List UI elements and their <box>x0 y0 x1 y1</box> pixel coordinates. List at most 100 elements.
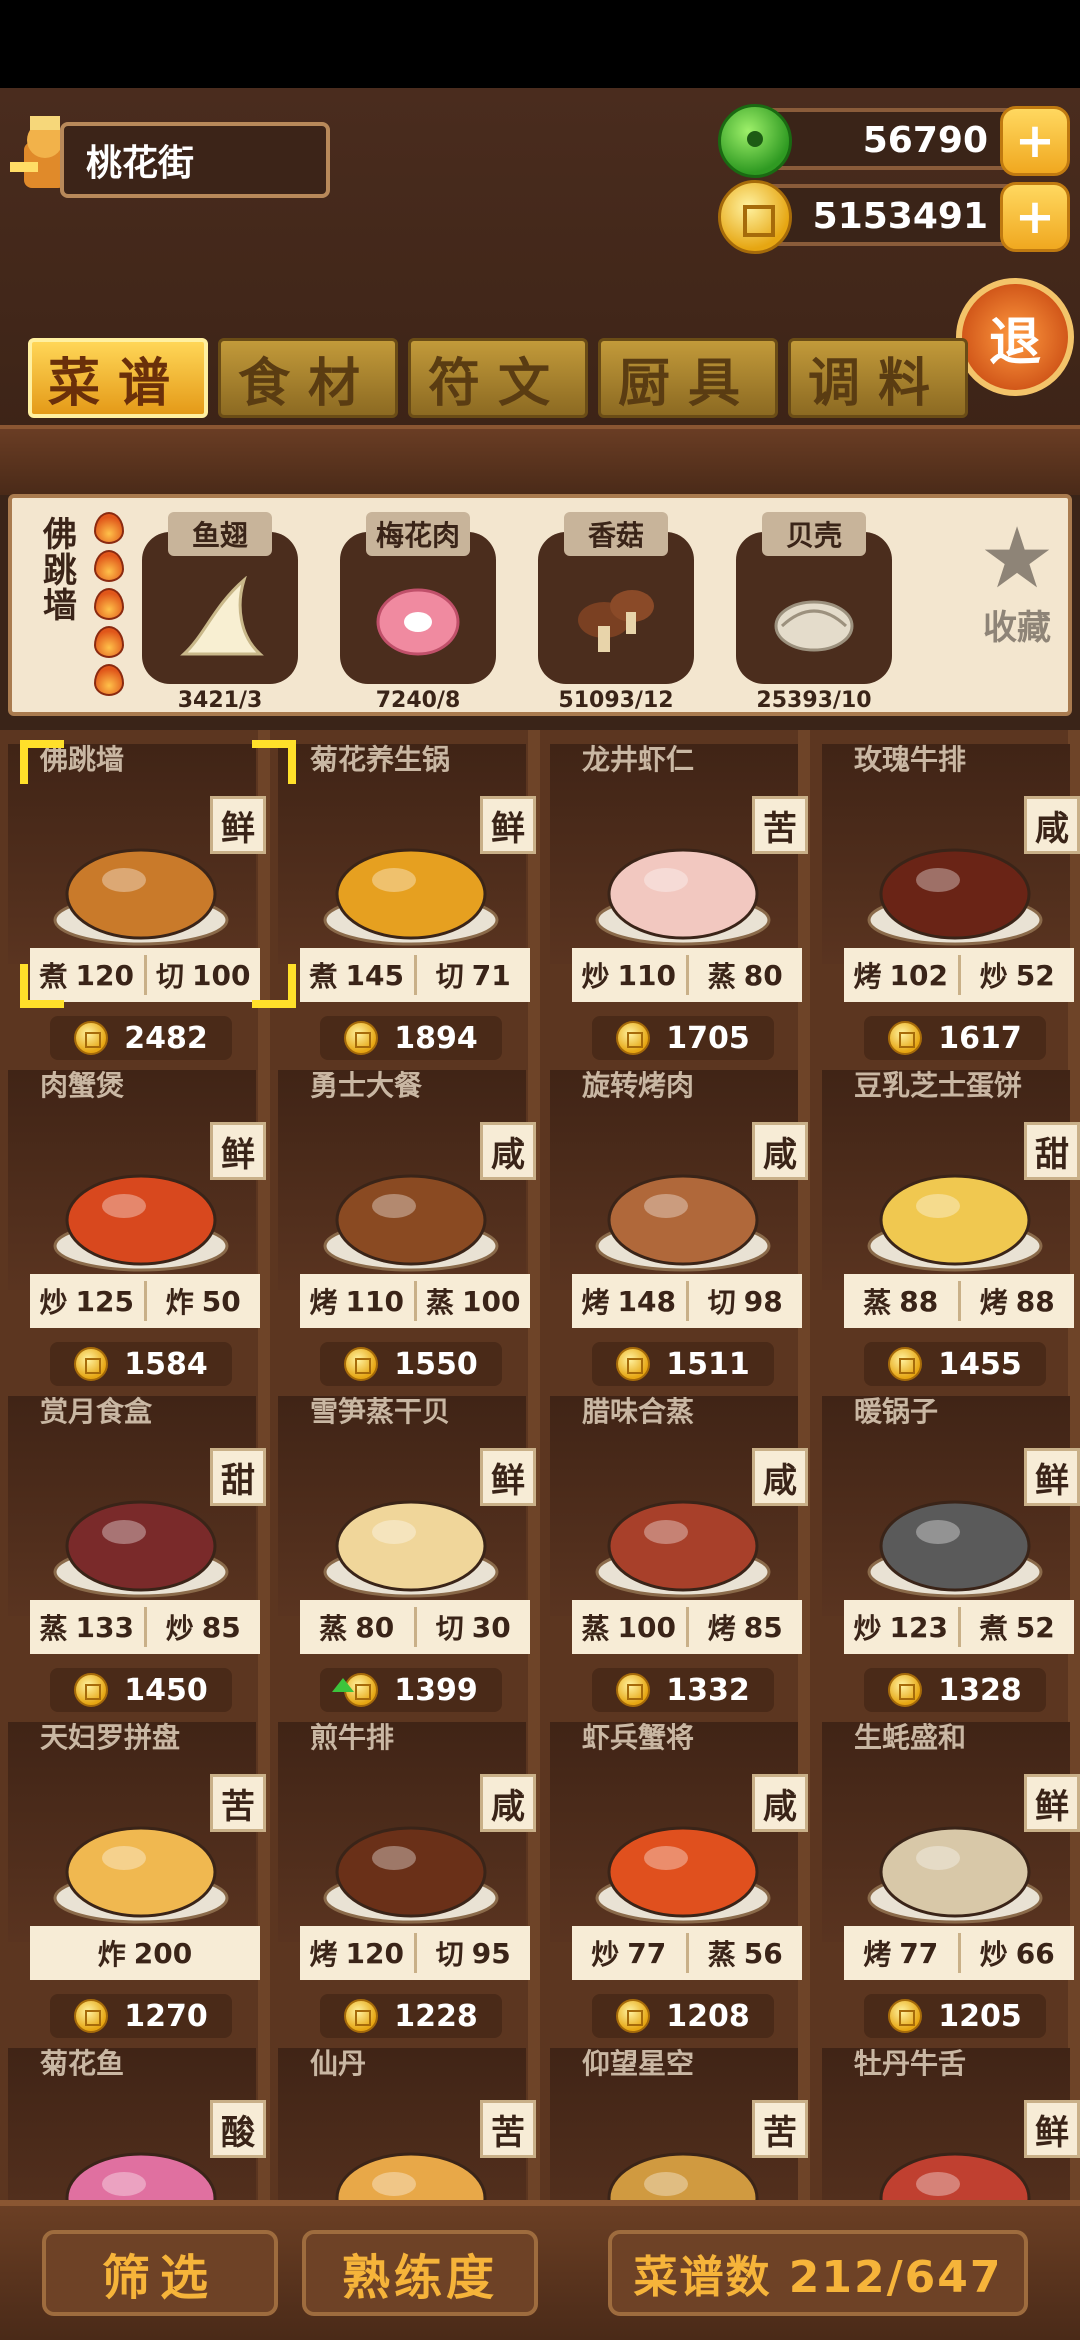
recipe-card[interactable]: 牡丹牛舌鲜 <box>814 2034 1080 2202</box>
recipe-name: 龙井虾仁 <box>582 743 695 776</box>
dish-icon <box>867 1500 1043 1598</box>
tab-ingredients[interactable]: 食材 <box>218 338 398 418</box>
ingredient-name: 鱼翅 <box>168 512 272 556</box>
flavor-badge: 鲜 <box>1024 2100 1080 2158</box>
selection-corner <box>252 740 296 784</box>
recipe-card[interactable]: 旋转烤肉咸烤 148 切 98 1511 <box>542 1056 808 1386</box>
status-bar <box>0 0 1080 88</box>
upgrade-arrow-icon <box>332 1678 354 1692</box>
recipe-card[interactable]: 虾兵蟹将咸炒 77 蒸 56 1208 <box>542 1708 808 2038</box>
add-jade-button[interactable]: + <box>1000 106 1070 176</box>
skill-requirement: 烤 110 <box>300 1281 414 1321</box>
recipe-skills: 炒 110 蒸 80 <box>572 948 802 1002</box>
dish-icon <box>595 848 771 946</box>
skill-value: 30 <box>471 1610 511 1644</box>
recipe-card[interactable]: 生蚝盛和鲜烤 77 炒 66 1205 <box>814 1708 1080 2038</box>
tab-recipes[interactable]: 菜谱 <box>28 338 208 418</box>
jade-currency: 56790 + <box>718 104 1070 178</box>
dish-icon <box>323 1500 499 1598</box>
recipe-card[interactable]: 肉蟹煲鲜炒 125 炸 50 1584 <box>0 1056 266 1386</box>
flame-icon <box>94 512 124 544</box>
flavor-badge: 咸 <box>480 1774 536 1832</box>
price-value: 1450 <box>124 1672 208 1708</box>
filter-button[interactable]: 筛选 <box>42 2230 278 2316</box>
skill-value: 123 <box>889 1610 948 1644</box>
skill-requirement: 烤 85 <box>685 1607 803 1647</box>
skill-type: 炒 <box>581 960 610 993</box>
recipe-card[interactable]: 暖锅子鲜炒 123 煮 52 1328 <box>814 1382 1080 1712</box>
skill-requirement: 煮 145 <box>300 955 414 995</box>
dish-icon <box>323 848 499 946</box>
price-value: 1705 <box>666 1020 750 1056</box>
add-coin-button[interactable]: + <box>1000 182 1070 252</box>
price-value: 2482 <box>124 1020 208 1056</box>
skill-type: 切 <box>156 960 185 993</box>
tab-runes[interactable]: 符文 <box>408 338 588 418</box>
exit-button[interactable]: 退 <box>956 278 1074 396</box>
dish-icon <box>595 1826 771 1924</box>
recipe-card[interactable]: 豆乳芝士蛋饼甜蒸 88 烤 88 1455 <box>814 1056 1080 1386</box>
favorite-button[interactable]: ★ 收藏 <box>972 516 1062 649</box>
skill-value: 98 <box>743 1284 783 1318</box>
skill-value: 88 <box>899 1284 939 1318</box>
recipe-price: 1208 <box>592 1994 774 2038</box>
price-value: 1894 <box>394 1020 478 1056</box>
recipe-price: 1205 <box>864 1994 1046 2038</box>
skill-type: 蒸 <box>39 1612 68 1645</box>
skill-type: 蒸 <box>863 1286 892 1319</box>
dish-icon <box>335 2152 487 2202</box>
jade-value: 56790 <box>862 120 988 161</box>
recipe-card[interactable]: 勇士大餐咸烤 110 蒸 100 1550 <box>270 1056 536 1386</box>
coin-icon <box>888 1021 923 1055</box>
skill-requirement: 切 30 <box>413 1607 531 1647</box>
recipe-price: 1328 <box>864 1668 1046 1712</box>
recipe-card[interactable]: 天妇罗拼盘苦炸 200 1270 <box>0 1708 266 2038</box>
dish-icon <box>595 1500 771 1598</box>
dish-icon <box>607 2152 759 2202</box>
skill-requirement: 切 100 <box>143 955 261 995</box>
skill-value: 120 <box>75 958 134 992</box>
skill-requirement: 蒸 100 <box>413 1281 531 1321</box>
recipe-name: 赏月食盒 <box>40 1395 153 1428</box>
skill-type: 切 <box>435 1938 464 1971</box>
recipe-card[interactable]: 腊味合蒸咸蒸 100 烤 85 1332 <box>542 1382 808 1712</box>
shark-fin-icon <box>180 576 264 656</box>
skill-value: 100 <box>617 1610 676 1644</box>
recipe-skills: 蒸 100 烤 85 <box>572 1600 802 1654</box>
recipe-price: 1617 <box>864 1016 1046 1060</box>
proficiency-button[interactable]: 熟练度 <box>302 2230 538 2316</box>
price-value: 1270 <box>124 1998 208 2034</box>
location-banner[interactable]: 桃花街 <box>60 122 330 198</box>
skill-type: 蒸 <box>319 1612 348 1645</box>
dish-icon <box>867 848 1043 946</box>
skill-requirement: 蒸 133 <box>30 1607 144 1647</box>
recipe-card[interactable]: 菊花养生锅鲜煮 145 切 71 1894 <box>270 730 536 1060</box>
recipe-price: 1511 <box>592 1342 774 1386</box>
recipe-name: 天妇罗拼盘 <box>40 1721 181 1754</box>
recipe-card[interactable]: 仰望星空苦 <box>542 2034 808 2202</box>
skill-type: 炒 <box>39 1286 68 1319</box>
skill-value: 100 <box>192 958 251 992</box>
tab-seasoning[interactable]: 调料 <box>788 338 968 418</box>
recipe-skills: 蒸 80 切 30 <box>300 1600 530 1654</box>
recipe-skills: 炒 123 煮 52 <box>844 1600 1074 1654</box>
ingredient-name: 贝壳 <box>762 512 866 556</box>
recipe-price: 2482 <box>50 1016 232 1060</box>
skill-type: 炸 <box>165 1286 194 1319</box>
recipe-skills: 烤 148 切 98 <box>572 1274 802 1328</box>
recipe-card[interactable]: 龙井虾仁苦炒 110 蒸 80 1705 <box>542 730 808 1060</box>
dish-icon <box>595 1174 771 1272</box>
coin-icon <box>718 180 792 254</box>
recipe-card[interactable]: 煎牛排咸烤 120 切 95 1228 <box>270 1708 536 2038</box>
skill-requirement: 炒 110 <box>572 955 686 995</box>
recipe-card[interactable]: 仙丹苦 <box>270 2034 536 2202</box>
recipe-card[interactable]: 赏月食盒甜蒸 133 炒 85 1450 <box>0 1382 266 1712</box>
skill-requirement: 炒 125 <box>30 1281 144 1321</box>
recipe-card[interactable]: 雪笋蒸干贝鲜蒸 80 切 30 1399 <box>270 1382 536 1712</box>
recipe-card[interactable]: 玫瑰牛排咸烤 102 炒 52 1617 <box>814 730 1080 1060</box>
recipe-card[interactable]: 菊花鱼酸 <box>0 2034 266 2202</box>
skill-requirement: 烤 102 <box>844 955 958 995</box>
tab-cookware[interactable]: 厨具 <box>598 338 778 418</box>
skill-requirement: 炸 200 <box>30 1933 260 1973</box>
flame-icon <box>94 664 124 696</box>
